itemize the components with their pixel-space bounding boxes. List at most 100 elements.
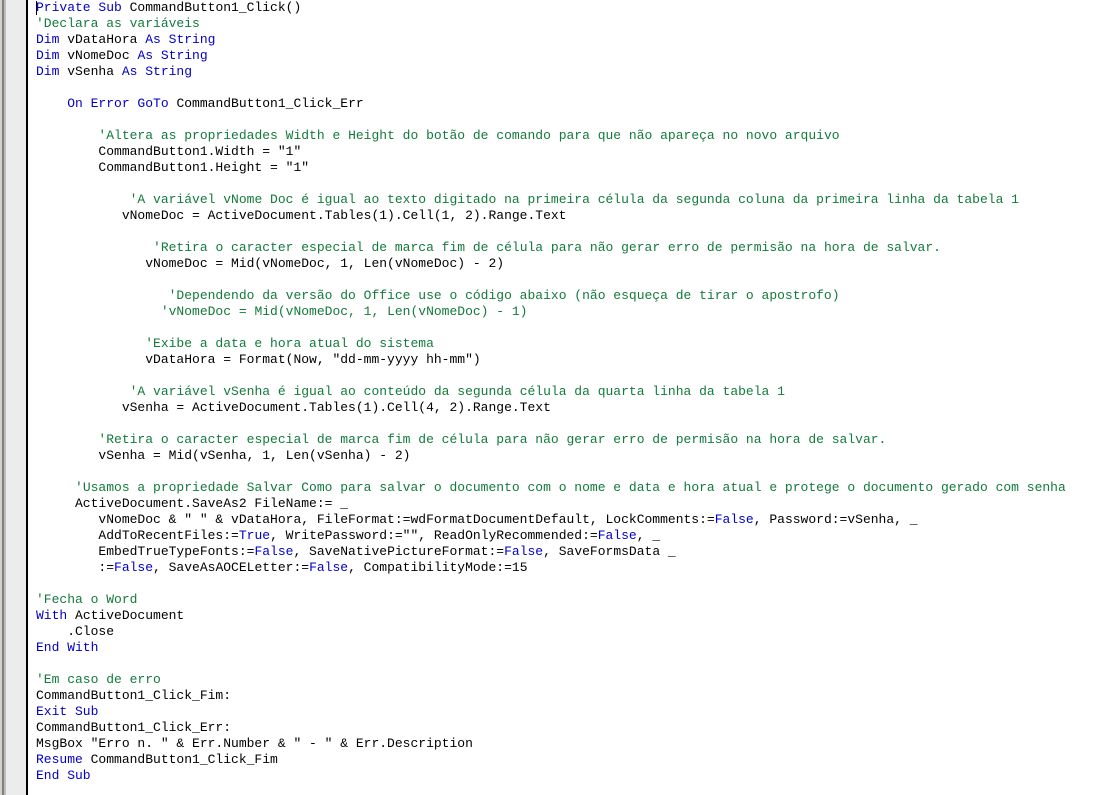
code-token-plain: CommandButton1_Click_Err: xyxy=(36,720,232,735)
code-line[interactable]: CommandButton1.Width = "1" xyxy=(36,144,1066,160)
code-line[interactable]: vSenha = ActiveDocument.Tables(1).Cell(4… xyxy=(36,400,1066,416)
code-line[interactable]: 'Dependendo da versão do Office use o có… xyxy=(36,288,1066,304)
code-token-comment: 'A variável vNome Doc é igual ao texto d… xyxy=(129,192,1019,207)
code-line[interactable]: vDataHora = Format(Now, "dd-mm-yyyy hh-m… xyxy=(36,352,1066,368)
code-line[interactable] xyxy=(36,112,1066,128)
code-token-plain: , CompatibilityMode:=15 xyxy=(348,560,528,575)
code-line[interactable]: 'Fecha o Word xyxy=(36,592,1066,608)
code-token-plain: vNomeDoc & " " & vDataHora, FileFormat:=… xyxy=(36,512,715,527)
code-token-plain: CommandButton1.Height = "1" xyxy=(36,160,310,175)
code-line[interactable] xyxy=(36,656,1066,672)
code-line[interactable]: End Sub xyxy=(36,768,1066,784)
code-line[interactable]: Dim vSenha As String xyxy=(36,64,1066,80)
code-line[interactable]: On Error GoTo CommandButton1_Click_Err xyxy=(36,96,1066,112)
code-token-plain: vNomeDoc = ActiveDocument.Tables(1).Cell… xyxy=(36,208,567,223)
code-line[interactable]: ActiveDocument.SaveAs2 FileName:= _ xyxy=(36,496,1066,512)
code-token-plain: MsgBox "Erro n. " & Err.Number & " - " &… xyxy=(36,736,473,751)
code-token-keyword: Private Sub xyxy=(36,0,130,15)
code-token-keyword: Resume xyxy=(36,752,91,767)
code-line[interactable]: 'Retira o caracter especial de marca fim… xyxy=(36,432,1066,448)
code-line[interactable]: vNomeDoc & " " & vDataHora, FileFormat:=… xyxy=(36,512,1066,528)
code-line[interactable] xyxy=(36,176,1066,192)
code-line[interactable]: vNomeDoc = Mid(vNomeDoc, 1, Len(vNomeDoc… xyxy=(36,256,1066,272)
text-caret xyxy=(36,1,37,15)
code-token-comment: 'Usamos a propriedade Salvar Como para s… xyxy=(75,480,1066,495)
code-token-keyword: End Sub xyxy=(36,768,91,783)
code-line[interactable]: MsgBox "Erro n. " & Err.Number & " - " &… xyxy=(36,736,1066,752)
code-line[interactable]: 'Declara as variáveis xyxy=(36,16,1066,32)
code-line[interactable]: 'A variável vNome Doc é igual ao texto d… xyxy=(36,192,1066,208)
code-line[interactable]: Exit Sub xyxy=(36,704,1066,720)
code-editing-surface[interactable]: Private Sub CommandButton1_Click() 'Decla… xyxy=(30,0,1112,795)
code-line[interactable] xyxy=(36,464,1066,480)
code-line[interactable]: 'Usamos a propriedade Salvar Como para s… xyxy=(36,480,1066,496)
code-token-keyword: False xyxy=(504,544,544,559)
code-token-plain: ActiveDocument.SaveAs2 FileName:= _ xyxy=(36,496,349,511)
code-token-plain: ActiveDocument xyxy=(75,608,185,623)
code-token-plain: EmbedTrueTypeFonts:= xyxy=(36,544,255,559)
code-token-plain: CommandButton1_Click_Err xyxy=(176,96,364,111)
code-token-keyword: False xyxy=(114,560,154,575)
code-token-comment: 'Retira o caracter especial de marca fim… xyxy=(153,240,941,255)
code-token-plain: , SaveFormsData _ xyxy=(543,544,676,559)
code-token-keyword: False xyxy=(254,544,294,559)
code-line[interactable]: .Close xyxy=(36,624,1066,640)
code-line[interactable] xyxy=(36,416,1066,432)
code-line[interactable]: 'Exibe a data e hora atual do sistema xyxy=(36,336,1066,352)
code-line[interactable]: Dim vDataHora As String xyxy=(36,32,1066,48)
code-line[interactable]: CommandButton1_Click_Fim: xyxy=(36,688,1066,704)
code-line[interactable]: vNomeDoc = ActiveDocument.Tables(1).Cell… xyxy=(36,208,1066,224)
code-line[interactable]: 'Altera as propriedades Width e Height d… xyxy=(36,128,1066,144)
code-line[interactable] xyxy=(36,272,1066,288)
code-line[interactable]: 'vNomeDoc = Mid(vNomeDoc, 1, Len(vNomeDo… xyxy=(36,304,1066,320)
code-token-comment: 'Em caso de erro xyxy=(36,672,161,687)
code-token-comment: 'Dependendo da versão do Office use o có… xyxy=(168,288,840,303)
code-line[interactable]: :=False, SaveAsAOCELetter:=False, Compat… xyxy=(36,560,1066,576)
code-token-plain: CommandButton1_Click_Fim: xyxy=(36,688,232,703)
code-token-comment: 'Declara as variáveis xyxy=(36,16,200,31)
code-line[interactable]: Resume CommandButton1_Click_Fim xyxy=(36,752,1066,768)
code-line[interactable]: CommandButton1_Click_Err: xyxy=(36,720,1066,736)
code-line[interactable] xyxy=(36,224,1066,240)
code-line[interactable]: 'Em caso de erro xyxy=(36,672,1066,688)
code-token-plain: := xyxy=(36,560,115,575)
code-token-plain: , WritePassword:="", ReadOnlyRecommended… xyxy=(270,528,598,543)
code-line[interactable]: With ActiveDocument xyxy=(36,608,1066,624)
code-token-keyword: Exit Sub xyxy=(36,704,99,719)
code-token-comment: 'Fecha o Word xyxy=(36,592,138,607)
code-line[interactable]: Private Sub CommandButton1_Click() xyxy=(36,0,1066,16)
code-token-keyword: True xyxy=(238,528,271,543)
code-margin-indicator-bar[interactable] xyxy=(0,0,28,795)
code-line[interactable]: Dim vNomeDoc As String xyxy=(36,48,1066,64)
code-text-area[interactable]: Private Sub CommandButton1_Click() 'Decla… xyxy=(36,0,1066,784)
code-line[interactable] xyxy=(36,576,1066,592)
code-token-plain: , SaveAsAOCELetter:= xyxy=(153,560,310,575)
code-token-comment: 'A variável vSenha é igual ao conteúdo d… xyxy=(129,384,785,399)
code-token-plain: , _ xyxy=(636,528,661,543)
code-line[interactable]: vSenha = Mid(vSenha, 1, Len(vSenha) - 2) xyxy=(36,448,1066,464)
code-line[interactable]: 'Retira o caracter especial de marca fim… xyxy=(36,240,1066,256)
code-token-plain: vDataHora = Format(Now, "dd-mm-yyyy hh-m… xyxy=(36,352,481,367)
code-token-plain: , SaveNativePictureFormat:= xyxy=(293,544,505,559)
code-line[interactable]: AddToRecentFiles:=True, WritePassword:="… xyxy=(36,528,1066,544)
code-token-keyword: False xyxy=(309,560,349,575)
code-line[interactable]: EmbedTrueTypeFonts:=False, SaveNativePic… xyxy=(36,544,1066,560)
code-line[interactable] xyxy=(36,320,1066,336)
code-line[interactable]: CommandButton1.Height = "1" xyxy=(36,160,1066,176)
code-line[interactable] xyxy=(36,368,1066,384)
code-line[interactable] xyxy=(36,80,1066,96)
code-token-keyword: As String xyxy=(137,48,208,63)
code-token-keyword: As String xyxy=(121,64,193,79)
code-token-keyword: Dim xyxy=(36,64,68,79)
code-line[interactable]: 'A variável vSenha é igual ao conteúdo d… xyxy=(36,384,1066,400)
code-line[interactable]: End With xyxy=(36,640,1066,656)
